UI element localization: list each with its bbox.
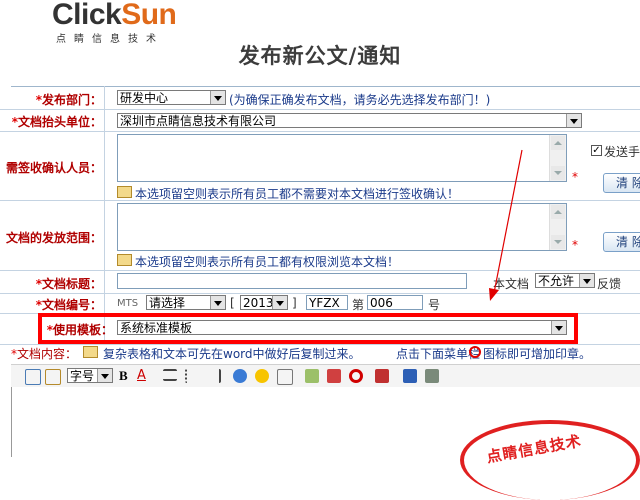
chevron-down-icon — [579, 274, 594, 287]
image-icon[interactable] — [305, 369, 319, 383]
page-title: 发布新公文/通知 — [238, 44, 402, 68]
indent-icon[interactable] — [205, 369, 221, 383]
send-label: 发送手 — [604, 145, 640, 159]
year-select[interactable]: 2013 — [240, 295, 288, 310]
link-icon[interactable] — [233, 369, 247, 383]
chevron-down-icon — [210, 296, 225, 309]
print-icon[interactable] — [425, 369, 439, 383]
feedback-label: 反馈 — [597, 277, 622, 291]
list-icon[interactable] — [185, 369, 201, 383]
code-input[interactable]: YFZX — [306, 295, 348, 310]
align-icon[interactable] — [163, 369, 177, 381]
content-label: 文档内容： — [17, 347, 78, 361]
editor-toolbar: 字号 B A — [11, 364, 640, 388]
hao-label: 号 — [428, 298, 441, 312]
department-select[interactable]: 研发中心 — [117, 90, 226, 105]
logo-wordmark: ClickSun — [52, 0, 177, 31]
scroll-up-icon[interactable] — [551, 205, 565, 219]
di-label: 第 — [352, 298, 365, 312]
book-icon — [117, 254, 132, 266]
row-content: *文档内容： 复杂表格和文本可先在word中做好后复制过来。 点击下面菜单栏 图… — [11, 346, 592, 361]
paste-icon[interactable] — [45, 369, 61, 385]
edit-icon[interactable] — [277, 369, 293, 385]
content-hint-3: 图标即可增加印章。 — [483, 347, 592, 361]
stamp-icon — [469, 346, 481, 358]
scrollbar[interactable] — [549, 135, 566, 181]
media-icon[interactable] — [327, 369, 341, 383]
stamp-tool-icon[interactable] — [349, 369, 363, 383]
department-label: 发布部门： — [41, 93, 102, 107]
doc-title-label: 文档标题： — [41, 277, 102, 291]
scope-hint: 本选项留空则表示所有员工都有权限浏览本文档！ — [135, 255, 400, 269]
emoticon-icon[interactable] — [255, 369, 269, 383]
scroll-down-icon[interactable] — [551, 235, 565, 249]
font-size-select[interactable]: 字号 — [67, 368, 113, 383]
doc-number-label: 文档编号： — [41, 298, 102, 312]
content-hint-2: 点击下面菜单栏 — [396, 347, 481, 361]
signers-label: 需签收确认人员： — [5, 161, 102, 175]
scroll-down-icon[interactable] — [551, 166, 565, 180]
doc-number-type-select[interactable]: 请选择 — [146, 295, 226, 310]
clear-signers-button[interactable]: 清 除 — [603, 173, 640, 193]
feedback-permission-select[interactable]: 不允许 — [535, 273, 595, 288]
number-input[interactable]: 006 — [367, 295, 423, 310]
scroll-up-icon[interactable] — [551, 136, 565, 150]
annotation-arrow — [489, 149, 523, 301]
highlight-box — [38, 313, 578, 344]
send-checkbox[interactable]: ✓ — [591, 145, 602, 156]
chevron-down-icon — [272, 296, 287, 309]
undo-icon[interactable] — [25, 369, 41, 385]
bracket-right: ] — [292, 296, 297, 310]
bold-icon[interactable]: B — [119, 369, 133, 383]
bracket-left: [ — [230, 296, 235, 310]
book-icon — [117, 186, 132, 198]
header-unit-label: 文档抬头单位： — [17, 115, 102, 129]
doc-title-input[interactable] — [117, 273, 467, 289]
table-icon[interactable] — [375, 369, 389, 383]
scrollbar[interactable] — [549, 204, 566, 250]
chevron-down-icon — [210, 91, 225, 104]
word-icon[interactable] — [403, 369, 417, 383]
department-hint: (为确保正确发布文档，请务必先选择发布部门！) — [229, 93, 491, 107]
chevron-down-icon — [97, 369, 112, 382]
content-hint: 复杂表格和文本可先在word中做好后复制过来。 — [103, 347, 361, 361]
required-star: * — [572, 170, 578, 184]
chevron-down-icon — [566, 114, 581, 127]
header-unit-select[interactable]: 深圳市点睛信息技术有限公司 — [117, 113, 582, 128]
doc-number-prefix: MTS — [117, 298, 139, 309]
required-star: * — [572, 238, 578, 252]
font-color-icon[interactable]: A — [137, 369, 151, 383]
company-seal: 点睛信息技术 — [460, 420, 640, 500]
book-icon — [83, 346, 98, 358]
clear-scope-button[interactable]: 清 除 — [603, 232, 640, 252]
scope-label: 文档的发放范围： — [5, 231, 102, 245]
